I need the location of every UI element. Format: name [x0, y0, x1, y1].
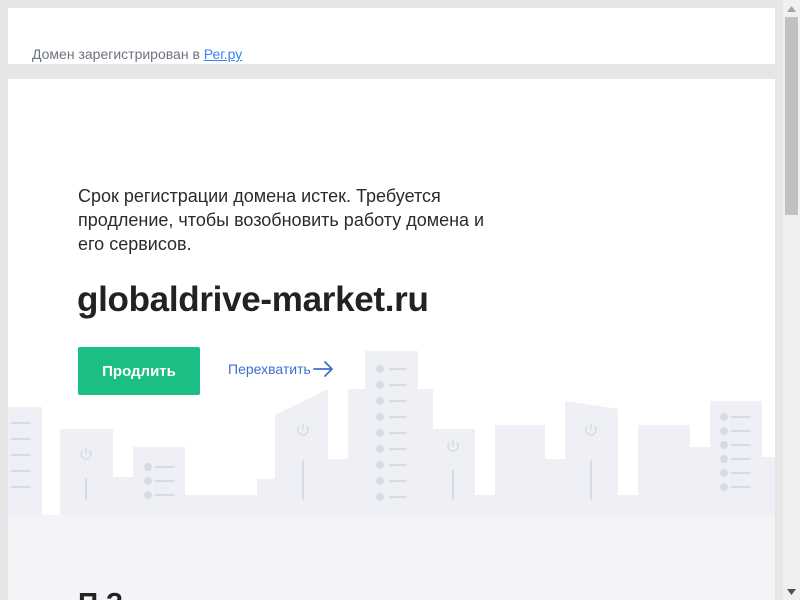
domain-name: globaldrive-market.ru — [77, 280, 429, 319]
next-section-heading: П ? — [78, 587, 123, 600]
lower-section-background — [8, 515, 775, 600]
expiry-message: Срок регистрации домена истек. Требуется… — [78, 186, 485, 254]
scroll-down-icon[interactable] — [783, 583, 800, 600]
vertical-scrollbar[interactable] — [783, 0, 800, 600]
registrar-banner: Домен зарегистрирован в Рег.ру — [8, 8, 775, 64]
intercept-link[interactable]: Перехватить — [228, 361, 335, 377]
renew-button[interactable]: Продлить — [78, 347, 200, 395]
intercept-link-label: Перехватить — [228, 361, 311, 377]
expired-domain-card: Срок регистрации домена истек. Требуется… — [8, 79, 775, 600]
registrar-link[interactable]: Рег.ру — [204, 46, 242, 62]
scroll-thumb[interactable] — [785, 17, 798, 215]
registrar-notice-text: Домен зарегистрирован в — [32, 46, 204, 62]
scroll-up-icon[interactable] — [783, 0, 800, 17]
arrow-right-icon — [312, 361, 333, 377]
registrar-notice: Домен зарегистрирован в Рег.ру — [32, 46, 242, 62]
